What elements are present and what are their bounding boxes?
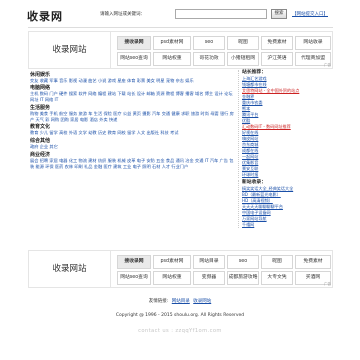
friend-links-label: 友情链接: bbox=[148, 299, 169, 304]
sidebar: 站长推荐： 上海汇艺游戏 钱塘都市在线 艾思特网站 - 全中国外贸的站点 金融界… bbox=[238, 70, 330, 246]
category-links[interactable]: 购物 美食 手机 航空 服务 旅游 车 生活 保险 医疗 公益 黄页 摄影 汽车… bbox=[30, 111, 235, 123]
recommended-box: 站长推荐： 上海汇艺游戏 钱塘都市在线 艾思特网站 - 全中国外贸的站点 金融界… bbox=[238, 70, 330, 178]
ad-link[interactable]: 哥花功效 bbox=[193, 52, 225, 66]
ad-link[interactable]: 网站权重 bbox=[153, 271, 191, 285]
main-content: 休闲娱乐 交友 收藏 军事 音乐 影视 动漫 曲艺 小说 游戏 星座 体育 彩票… bbox=[30, 70, 330, 246]
ad-link[interactable]: 昵图 bbox=[227, 36, 259, 50]
header-divider bbox=[28, 27, 333, 28]
ad-link[interactable]: 网站seo查询 bbox=[117, 271, 151, 285]
ad-link[interactable]: psd素材网 bbox=[153, 255, 191, 269]
ad-link[interactable]: 免费素材 bbox=[261, 36, 293, 50]
ad-link[interactable]: 小猪短租网 bbox=[227, 52, 259, 66]
ad-link[interactable]: psd素材网 bbox=[153, 36, 191, 50]
ad-box-top: 收录网站 搜收录网 psd素材网 seo 昵图 免费素材 网站收录 网站seo查… bbox=[28, 31, 333, 69]
friend-links: 友情链接: 网站目录 收录网站 bbox=[0, 298, 360, 304]
ad-box-bottom: 收录网站 搜收录网 psd素材网 网站目录 seo 昵图 免费素材 网站seo查… bbox=[28, 250, 333, 288]
ad-link[interactable]: 成都旅游攻略 bbox=[227, 271, 259, 285]
category-links[interactable]: 主机 数码 门户 硬件 搜索 软件 网络 编程 建站 下载 站长 设计 邮箱 资… bbox=[30, 91, 235, 103]
ad-link[interactable]: 昵图 bbox=[261, 255, 293, 269]
ad-link[interactable]: 大专文凭 bbox=[261, 271, 293, 285]
friend-link[interactable]: 网站目录 bbox=[172, 299, 190, 304]
ad-link[interactable]: 变频器 bbox=[193, 271, 225, 285]
ad-link[interactable]: 搜收录网 bbox=[117, 36, 151, 50]
ad-link[interactable]: 搜收录网 bbox=[117, 255, 151, 269]
site-logo[interactable]: 收录网 bbox=[27, 8, 63, 24]
copyright: Copyright @ 1996 - 2015 shoulu.org. All … bbox=[115, 313, 245, 318]
ad-brand[interactable]: 收录网站 bbox=[29, 251, 111, 287]
ad-link[interactable]: 网站目录 bbox=[193, 255, 225, 269]
ad-link[interactable]: seo bbox=[193, 36, 225, 50]
category-links[interactable]: 展会 招聘 家居 电器 化工 物流 建材 纺织 服装 机械 皮革 电子 安防 五… bbox=[30, 158, 235, 170]
add-site-link[interactable]: 【网站提交入口】 bbox=[292, 11, 328, 17]
friend-link[interactable]: 收录网站 bbox=[193, 299, 211, 304]
ad-tag: 广告 bbox=[324, 63, 331, 67]
category-list: 休闲娱乐 交友 收藏 军事 音乐 影视 动漫 曲艺 小说 游戏 星座 体育 彩票… bbox=[30, 70, 235, 170]
ad-link[interactable]: 免费素材 bbox=[295, 255, 331, 269]
ad-link[interactable]: 网站收录 bbox=[295, 36, 331, 50]
ad-link[interactable]: 网站seo查询 bbox=[117, 52, 151, 66]
contact-text: contact us : zzqqYf1om.com bbox=[138, 328, 222, 334]
search-button[interactable]: 搜索 bbox=[271, 9, 287, 19]
new-sites-box: 新站收录： 搞笑笑话大全_经典笑话大全 BD（最新蓝光电影） HD（高清视频） … bbox=[238, 180, 330, 228]
ad-link[interactable]: 网站权重 bbox=[153, 52, 191, 66]
search-label: 请输入网址或关键词： bbox=[100, 12, 145, 17]
ad-link[interactable]: 沪江英语 bbox=[261, 52, 293, 66]
ad-tag: 广告 bbox=[324, 282, 331, 286]
ad-link[interactable]: seo bbox=[227, 255, 259, 269]
recommended-item[interactable]: 环球时报 bbox=[242, 172, 330, 178]
ad-brand[interactable]: 收录网站 bbox=[29, 32, 111, 68]
search-input[interactable] bbox=[175, 9, 267, 19]
new-site-item[interactable]: 千禧网 bbox=[242, 222, 330, 228]
site-header: 收录网 请输入网址或关键词： 搜索 【网站提交入口】 bbox=[0, 0, 360, 30]
category-links[interactable]: 交友 收藏 军事 音乐 影视 动漫 曲艺 小说 游戏 星座 体育 彩票 美女 明… bbox=[30, 78, 235, 84]
category-links[interactable]: 政府 企业 其它 bbox=[30, 144, 235, 150]
category-links[interactable]: 教育 少儿 留学 高校 外语 文学 幼教 历史 教育 网校 留学 人文 出版社 … bbox=[30, 130, 235, 136]
